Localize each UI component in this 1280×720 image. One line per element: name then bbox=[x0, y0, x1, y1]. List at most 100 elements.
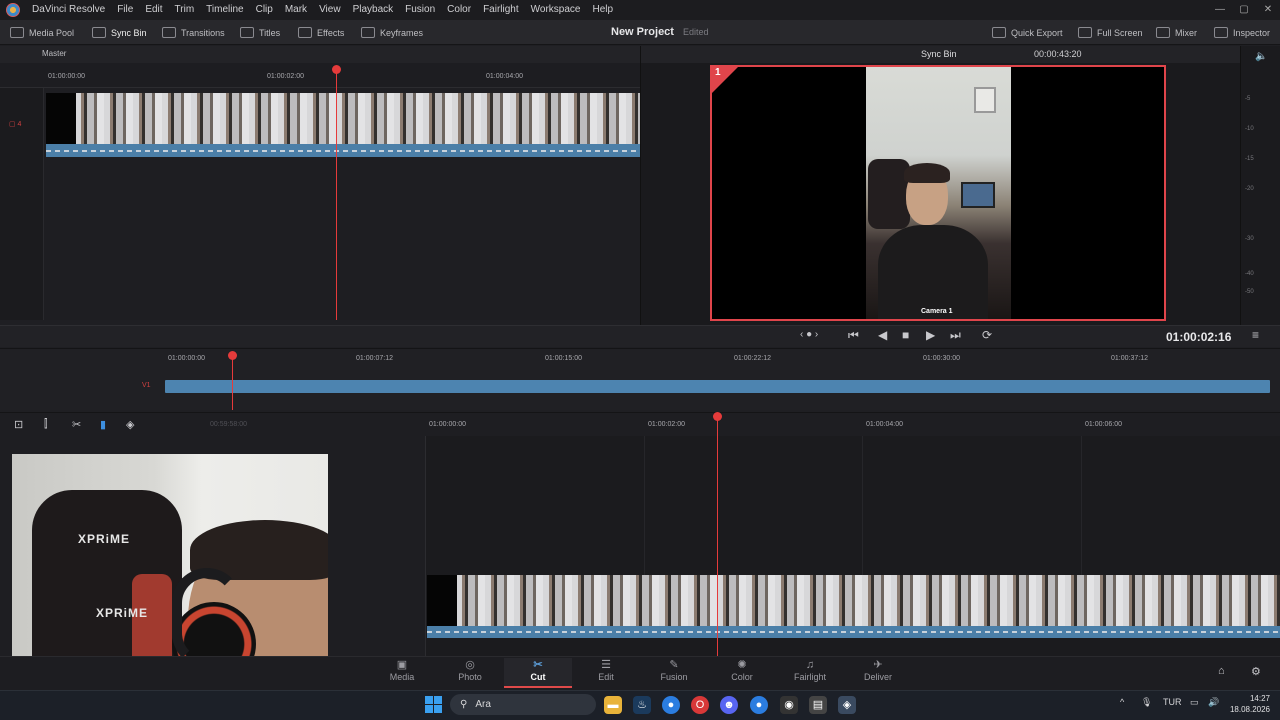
scissors-icon[interactable]: ✂ bbox=[72, 418, 81, 431]
page-tab-fairlight[interactable]: ♫ Fairlight bbox=[776, 658, 844, 688]
chrome-profile-icon[interactable]: ● bbox=[750, 696, 768, 714]
effects-icon bbox=[298, 27, 312, 38]
taskbar-search[interactable]: ⚲ Ara bbox=[450, 694, 596, 715]
viewer-frame[interactable]: 1 Camera 1 bbox=[710, 65, 1166, 321]
media-pool-button[interactable]: Media Pool bbox=[10, 24, 74, 41]
play-icon[interactable]: ▶ bbox=[926, 328, 935, 342]
chrome-icon[interactable]: ● bbox=[662, 696, 680, 714]
options-menu-icon[interactable]: ≡ bbox=[1252, 328, 1259, 342]
language-indicator[interactable]: TUR bbox=[1163, 697, 1182, 707]
app-icon[interactable]: ▤ bbox=[809, 696, 827, 714]
page-tab-label: Fusion bbox=[660, 672, 688, 682]
split-icon[interactable]: ⫿ bbox=[44, 418, 48, 431]
source-playhead-handle[interactable] bbox=[332, 65, 341, 74]
stop-icon[interactable]: ■ bbox=[902, 328, 909, 342]
tray-overflow-icon[interactable]: ^ bbox=[1120, 697, 1124, 707]
menu-fairlight[interactable]: Fairlight bbox=[477, 0, 525, 20]
page-tab-fusion[interactable]: ✎ Fusion bbox=[640, 658, 708, 688]
upper-playhead[interactable] bbox=[232, 355, 233, 410]
effects-button[interactable]: Effects bbox=[298, 24, 344, 41]
obs-icon[interactable]: ◉ bbox=[780, 696, 798, 714]
source-playhead[interactable] bbox=[336, 68, 337, 320]
upper-timeline-ruler[interactable]: 01:00:00:00 01:00:07:12 01:00:15:00 01:0… bbox=[165, 350, 1270, 368]
keyframes-button[interactable]: Keyframes bbox=[361, 24, 423, 41]
zoom-icon[interactable]: ◈ bbox=[126, 418, 134, 431]
menu-color[interactable]: Color bbox=[441, 0, 477, 20]
loop-icon[interactable]: ⟳ bbox=[982, 328, 992, 342]
home-icon[interactable]: ⌂ bbox=[1218, 665, 1225, 677]
opera-icon[interactable]: O bbox=[691, 696, 709, 714]
go-to-start-icon[interactable]: ⏮ bbox=[848, 328, 859, 343]
file-explorer-icon[interactable]: ▬ bbox=[604, 696, 622, 714]
viewer-timecode: 01:00:02:16 bbox=[1166, 330, 1232, 344]
menu-clip[interactable]: Clip bbox=[250, 0, 279, 20]
timeline-clip-filmstrip[interactable] bbox=[427, 575, 1280, 626]
meter-tick: -40 bbox=[1245, 271, 1254, 277]
snap-icon[interactable]: ▮ bbox=[100, 418, 106, 431]
microphone-icon[interactable]: 🎙 bbox=[1141, 697, 1152, 708]
volume-icon[interactable]: 🔊 bbox=[1208, 697, 1219, 708]
transitions-button[interactable]: Transitions bbox=[162, 24, 225, 41]
inspector-icon bbox=[1214, 27, 1228, 38]
page-tab-edit[interactable]: ☰ Edit bbox=[572, 658, 640, 688]
fusion-page-icon: ✎ bbox=[669, 659, 679, 671]
menu-trim[interactable]: Trim bbox=[169, 0, 201, 20]
lower-playhead-handle[interactable] bbox=[713, 412, 722, 421]
quick-export-label: Quick Export bbox=[1011, 27, 1063, 38]
video-preview bbox=[866, 67, 1011, 319]
quick-export-button[interactable]: Quick Export bbox=[992, 24, 1063, 41]
transitions-label: Transitions bbox=[181, 27, 225, 38]
page-tab-label: Fairlight bbox=[793, 672, 826, 682]
prev-marker-icon[interactable]: ‹ ● › bbox=[800, 329, 818, 340]
settings-gear-icon[interactable]: ⚙ bbox=[1251, 665, 1261, 678]
menu-playback[interactable]: Playback bbox=[347, 0, 400, 20]
page-tab-label: Deliver bbox=[863, 672, 892, 682]
viewer-top-timecode: 00:00:43:20 bbox=[1034, 49, 1082, 59]
source-ruler[interactable]: 01:00:00:00 01:00:02:00 01:00:04:00 bbox=[0, 63, 640, 88]
go-to-end-icon[interactable]: ⏭ bbox=[950, 328, 961, 343]
taskbar-clock[interactable]: 14:27 18.08.2026 bbox=[1226, 693, 1270, 715]
menu-view[interactable]: View bbox=[313, 0, 347, 20]
menu-mark[interactable]: Mark bbox=[279, 0, 313, 20]
menu-file[interactable]: File bbox=[111, 0, 139, 20]
page-tab-cut[interactable]: ✂ Cut bbox=[504, 658, 572, 688]
page-tab-photo[interactable]: ◎ Photo bbox=[436, 658, 504, 688]
sync-bin-button[interactable]: Sync Bin bbox=[92, 24, 147, 41]
speaker-icon[interactable]: 🔈 bbox=[1255, 51, 1267, 62]
inspector-button[interactable]: Inspector bbox=[1214, 24, 1270, 41]
maximize-icon[interactable]: ▢ bbox=[1232, 0, 1256, 20]
page-tab-media[interactable]: ▣ Media bbox=[368, 658, 436, 688]
menu-edit[interactable]: Edit bbox=[139, 0, 168, 20]
upper-playhead-handle[interactable] bbox=[228, 351, 237, 360]
page-tab-label: Color bbox=[731, 672, 753, 682]
close-icon[interactable]: ✕ bbox=[1256, 0, 1280, 20]
page-tab-label: Edit bbox=[598, 672, 614, 682]
discord-icon[interactable]: ☻ bbox=[720, 696, 738, 714]
keyframes-label: Keyframes bbox=[380, 27, 424, 38]
upper-timeline-clip[interactable] bbox=[165, 380, 1270, 393]
davinci-taskbar-icon[interactable]: ◈ bbox=[838, 696, 856, 714]
source-clip-filmstrip[interactable] bbox=[46, 93, 640, 144]
page-tab-deliver[interactable]: ✈ Deliver bbox=[844, 658, 912, 688]
menu-help[interactable]: Help bbox=[586, 0, 619, 20]
display-icon[interactable]: ▭ bbox=[1190, 697, 1199, 708]
menu-fusion[interactable]: Fusion bbox=[399, 0, 441, 20]
minimize-icon[interactable]: — bbox=[1208, 0, 1232, 20]
export-icon bbox=[992, 27, 1006, 38]
mixer-button[interactable]: Mixer bbox=[1156, 24, 1197, 41]
lower-timeline-ruler[interactable]: 01:00:00:00 01:00:02:00 01:00:04:00 01:0… bbox=[425, 415, 1280, 435]
menu-timeline[interactable]: Timeline bbox=[200, 0, 249, 20]
full-screen-button[interactable]: Full Screen bbox=[1078, 24, 1143, 41]
titles-button[interactable]: Titles bbox=[240, 24, 280, 41]
timeline-clip-audio[interactable] bbox=[427, 626, 1280, 638]
timeline-options-icon[interactable]: ⊡ bbox=[14, 418, 23, 431]
source-clip-audio[interactable] bbox=[46, 144, 640, 157]
meter-tick: -10 bbox=[1245, 126, 1254, 132]
lower-playhead[interactable] bbox=[717, 418, 718, 656]
steam-icon[interactable]: ♨ bbox=[633, 696, 651, 714]
windows-start-icon[interactable] bbox=[425, 696, 442, 713]
play-reverse-icon[interactable]: ◀ bbox=[878, 328, 887, 342]
menu-workspace[interactable]: Workspace bbox=[525, 0, 587, 20]
pre-ruler-tc: 00:59:58:00 bbox=[210, 421, 247, 428]
page-tab-color[interactable]: ✺ Color bbox=[708, 658, 776, 688]
